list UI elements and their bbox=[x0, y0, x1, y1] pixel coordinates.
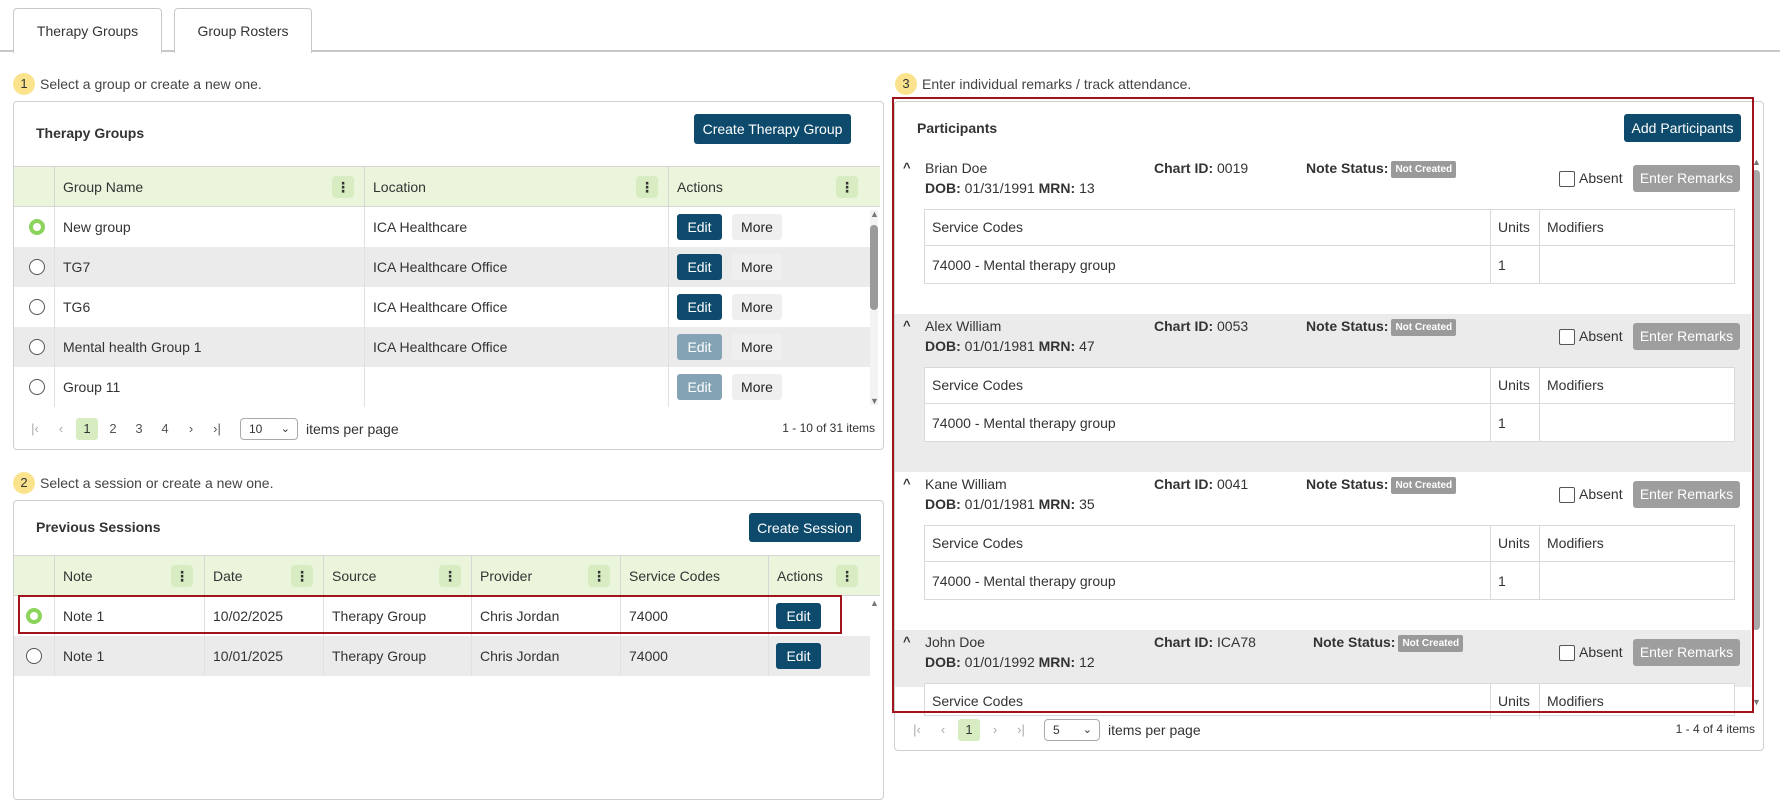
last-page-icon[interactable]: ›| bbox=[1010, 719, 1032, 741]
groups-pagination: |‹ ‹ 1 2 3 4 › ›| 10 ⌄ items per page bbox=[24, 418, 399, 440]
column-header-location[interactable]: Location bbox=[364, 167, 668, 206]
group-name-cell: TG7 bbox=[54, 247, 364, 287]
scroll-up-icon[interactable]: ▲ bbox=[870, 598, 879, 608]
scroll-down-icon[interactable]: ▼ bbox=[870, 396, 879, 406]
column-menu-icon[interactable]: ⋮ bbox=[836, 565, 858, 587]
edit-button[interactable]: Edit bbox=[677, 294, 722, 320]
next-page-icon[interactable]: › bbox=[984, 719, 1006, 741]
row-radio[interactable] bbox=[29, 339, 45, 355]
next-page-icon[interactable]: › bbox=[180, 418, 202, 440]
chevron-down-icon: ⌄ bbox=[280, 423, 290, 435]
step-3-instruction: 3 Enter individual remarks / track atten… bbox=[895, 73, 1191, 95]
column-header-actions: Actions bbox=[768, 556, 880, 595]
page-1[interactable]: 1 bbox=[76, 418, 98, 440]
row-radio[interactable] bbox=[29, 299, 45, 315]
pager-summary: 1 - 4 of 4 items bbox=[1675, 722, 1755, 736]
column-menu-icon[interactable]: ⋮ bbox=[636, 176, 658, 198]
location-cell: ICA Healthcare Office bbox=[364, 327, 668, 367]
page-size-select[interactable]: 10 ⌄ bbox=[240, 418, 298, 440]
more-button[interactable]: More bbox=[732, 214, 782, 240]
step-2-instruction: 2 Select a session or create a new one. bbox=[13, 472, 273, 494]
date-cell: 10/01/2025 bbox=[204, 636, 323, 676]
column-menu-icon[interactable]: ⋮ bbox=[439, 565, 461, 587]
last-page-icon[interactable]: ›| bbox=[206, 418, 228, 440]
step-number-badge: 3 bbox=[895, 73, 917, 95]
items-per-page-label: items per page bbox=[306, 421, 399, 437]
tab-therapy-groups[interactable]: Therapy Groups bbox=[13, 8, 162, 54]
column-header-group-name[interactable]: Group Name bbox=[54, 167, 359, 206]
prev-page-icon[interactable]: ‹ bbox=[50, 418, 72, 440]
sessions-table-header: Note ⋮ Date ⋮ Source ⋮ Provider ⋮ Servic… bbox=[14, 555, 880, 596]
selected-session-highlight bbox=[18, 595, 842, 634]
table-row[interactable]: TG6 ICA Healthcare Office Edit More bbox=[14, 287, 870, 327]
pager-summary: 1 - 10 of 31 items bbox=[782, 421, 875, 435]
group-name-cell: Group 11 bbox=[54, 367, 364, 407]
more-button[interactable]: More bbox=[732, 374, 782, 400]
table-row[interactable]: TG7 ICA Healthcare Office Edit More bbox=[14, 247, 870, 287]
groups-table-header: Group Name ⋮ Location ⋮ Actions ⋮ bbox=[14, 166, 880, 207]
create-session-button[interactable]: Create Session bbox=[749, 513, 861, 542]
edit-button[interactable]: Edit bbox=[677, 214, 722, 240]
column-menu-icon[interactable]: ⋮ bbox=[332, 176, 354, 198]
location-cell bbox=[364, 367, 668, 407]
column-menu-icon[interactable]: ⋮ bbox=[588, 565, 610, 587]
step-text: Select a session or create a new one. bbox=[40, 475, 274, 491]
page-size-select[interactable]: 5 ⌄ bbox=[1044, 719, 1100, 741]
column-header-service-codes[interactable]: Service Codes bbox=[620, 556, 768, 595]
location-cell: ICA Healthcare Office bbox=[364, 287, 668, 327]
table-row[interactable]: New group ICA Healthcare Edit More bbox=[14, 207, 870, 247]
provider-cell: Chris Jordan bbox=[471, 636, 620, 676]
more-button[interactable]: More bbox=[732, 294, 782, 320]
group-name-cell: Mental health Group 1 bbox=[54, 327, 364, 367]
step-text: Select a group or create a new one. bbox=[40, 76, 262, 92]
step-number-badge: 2 bbox=[13, 472, 35, 494]
more-button[interactable]: More bbox=[732, 334, 782, 360]
table-row[interactable]: Mental health Group 1 ICA Healthcare Offi… bbox=[14, 327, 870, 367]
scrollbar-thumb[interactable] bbox=[870, 225, 878, 310]
groups-scrollbar[interactable] bbox=[870, 210, 878, 405]
edit-button: Edit bbox=[677, 334, 722, 360]
chevron-down-icon: ⌄ bbox=[1082, 724, 1092, 736]
row-radio[interactable] bbox=[29, 259, 45, 275]
edit-button: Edit bbox=[677, 374, 722, 400]
column-menu-icon[interactable]: ⋮ bbox=[291, 565, 313, 587]
step-number-badge: 1 bbox=[13, 73, 35, 95]
items-per-page-label: items per page bbox=[1108, 722, 1201, 738]
table-row[interactable]: Group 11 Edit More bbox=[14, 367, 870, 407]
step-1-instruction: 1 Select a group or create a new one. bbox=[13, 73, 262, 95]
edit-button[interactable]: Edit bbox=[776, 643, 821, 669]
scroll-up-icon[interactable]: ▲ bbox=[870, 209, 879, 219]
first-page-icon[interactable]: |‹ bbox=[24, 418, 46, 440]
page-3[interactable]: 3 bbox=[128, 418, 150, 440]
page-2[interactable]: 2 bbox=[102, 418, 124, 440]
panel-title: Therapy Groups bbox=[36, 125, 145, 141]
create-therapy-group-button[interactable]: Create Therapy Group bbox=[694, 114, 851, 144]
tab-group-rosters[interactable]: Group Rosters bbox=[174, 8, 312, 53]
source-cell: Therapy Group bbox=[323, 636, 471, 676]
location-cell: ICA Healthcare Office bbox=[364, 247, 668, 287]
step-text: Enter individual remarks / track attenda… bbox=[922, 76, 1192, 92]
column-menu-icon[interactable]: ⋮ bbox=[171, 565, 193, 587]
row-radio[interactable] bbox=[26, 648, 42, 664]
table-row[interactable]: Note 1 10/01/2025 Therapy Group Chris Jorda… bbox=[14, 636, 870, 676]
first-page-icon[interactable]: |‹ bbox=[906, 719, 928, 741]
row-radio[interactable] bbox=[29, 219, 45, 235]
participants-highlight bbox=[892, 97, 1754, 713]
location-cell: ICA Healthcare bbox=[364, 207, 668, 247]
participants-pagination: |‹ ‹ 1 › ›| 5 ⌄ items per page bbox=[906, 719, 1201, 741]
page-1[interactable]: 1 bbox=[958, 719, 980, 741]
codes-cell: 74000 bbox=[620, 636, 768, 676]
group-name-cell: TG6 bbox=[54, 287, 364, 327]
edit-button[interactable]: Edit bbox=[677, 254, 722, 280]
row-radio[interactable] bbox=[29, 379, 45, 395]
page-4[interactable]: 4 bbox=[154, 418, 176, 440]
panel-title: Previous Sessions bbox=[36, 519, 161, 535]
prev-page-icon[interactable]: ‹ bbox=[932, 719, 954, 741]
group-name-cell: New group bbox=[54, 207, 364, 247]
column-menu-icon[interactable]: ⋮ bbox=[836, 176, 858, 198]
more-button[interactable]: More bbox=[732, 254, 782, 280]
note-cell: Note 1 bbox=[54, 636, 204, 676]
tab-bar: Therapy Groups Group Rosters bbox=[0, 0, 1780, 54]
